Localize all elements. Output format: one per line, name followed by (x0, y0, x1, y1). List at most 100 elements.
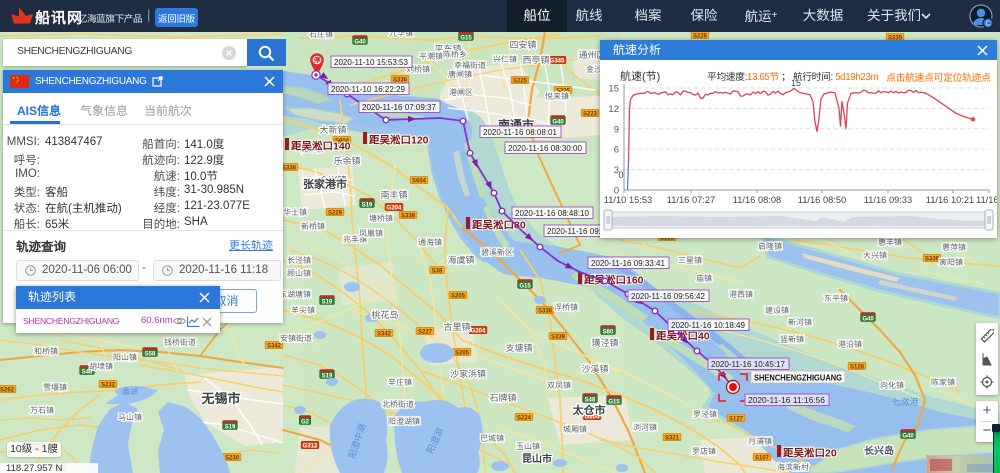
svg-text:沙溪镇: 沙溪镇 (581, 364, 608, 374)
svg-text:唐闸镇: 唐闸镇 (448, 70, 472, 79)
svg-text:S321: S321 (665, 436, 680, 442)
svg-text:11/16 11:14: 11/16 11:14 (976, 195, 997, 205)
svg-text:支塘镇: 支塘镇 (505, 343, 532, 353)
svg-text:羊尖镇: 羊尖镇 (291, 306, 315, 315)
svg-text:G204: G204 (387, 206, 402, 212)
svg-text:2020-11-16 08:48:10: 2020-11-16 08:48:10 (515, 208, 589, 218)
svg-text:2020-11-16 08:08:01: 2020-11-16 08:08:01 (483, 127, 557, 137)
svg-text:碧溪新区: 碧溪新区 (481, 248, 513, 257)
svg-text:启隆镇: 启隆镇 (758, 242, 782, 251)
svg-text:S127: S127 (729, 417, 744, 423)
svg-text:乐余镇: 乐余镇 (333, 156, 360, 166)
svg-text:S205: S205 (451, 294, 466, 300)
svg-text:S38: S38 (432, 269, 443, 275)
svg-text:港闸区: 港闸区 (449, 88, 473, 97)
svg-text:通海镇: 通海镇 (418, 238, 442, 247)
svg-text:万石镇: 万石镇 (30, 406, 54, 415)
svg-text:15: 15 (608, 84, 619, 95)
svg-text:寅阳镇: 寅阳镇 (939, 258, 963, 267)
svg-text:S227: S227 (418, 330, 433, 336)
svg-text:无锡市: 无锡市 (200, 391, 240, 406)
svg-text:大新镇: 大新镇 (319, 125, 346, 135)
svg-text:S48: S48 (585, 397, 596, 403)
svg-text:古里镇: 古里镇 (443, 322, 470, 332)
svg-text:新桥镇: 新桥镇 (301, 222, 325, 231)
svg-text:凤凰镇: 凤凰镇 (359, 229, 383, 238)
svg-text:马山镇: 马山镇 (118, 413, 142, 422)
svg-text:陈桥乡: 陈桥乡 (443, 50, 467, 59)
svg-text:2020-11-16 08:30:00: 2020-11-16 08:30:00 (508, 143, 582, 153)
svg-text:顾山镇: 顾山镇 (287, 269, 311, 278)
svg-text:浮桥镇: 浮桥镇 (554, 303, 578, 312)
svg-text:G15: G15 (608, 399, 620, 405)
svg-text:S342: S342 (267, 344, 282, 350)
svg-text:G40: G40 (354, 39, 366, 45)
svg-text:11/16 08:50: 11/16 08:50 (798, 195, 846, 205)
svg-text:S336: S336 (925, 257, 940, 263)
svg-text:和桥镇: 和桥镇 (34, 347, 58, 356)
svg-text:阳澄湖镇: 阳澄湖镇 (388, 417, 420, 426)
svg-text:G345: G345 (550, 59, 565, 65)
svg-text:G204: G204 (471, 329, 486, 335)
svg-text:0: 0 (618, 170, 623, 180)
svg-text:浏河镇: 浏河镇 (633, 423, 657, 432)
svg-text:钱桥街道: 钱桥街道 (164, 338, 196, 347)
svg-text:G15: G15 (460, 35, 472, 41)
svg-text:罗店镇: 罗店镇 (692, 447, 716, 456)
svg-text:S228: S228 (328, 211, 343, 217)
svg-text:11/16 08:08: 11/16 08:08 (733, 195, 781, 205)
svg-text:西亭镇: 西亭镇 (522, 55, 549, 65)
svg-text:安镇街道: 安镇街道 (280, 334, 312, 343)
svg-text:G40: G40 (552, 119, 564, 125)
svg-text:2020-11-16 10:18:49: 2020-11-16 10:18:49 (671, 320, 745, 330)
svg-text:双凤镇: 双凤镇 (547, 381, 571, 390)
svg-text:蠡湖: 蠡湖 (122, 387, 138, 396)
svg-text:S205: S205 (455, 351, 470, 357)
svg-text:S226: S226 (693, 34, 708, 40)
svg-text:港沿镇: 港沿镇 (838, 340, 862, 349)
svg-text:S19: S19 (225, 424, 236, 430)
svg-text:S339: S339 (551, 335, 566, 341)
svg-text:海滨新村: 海滨新村 (777, 463, 809, 472)
svg-text:巴城镇: 巴城镇 (480, 434, 504, 443)
svg-text:S19: S19 (362, 202, 373, 208)
svg-text:S232: S232 (101, 383, 116, 389)
svg-text:东湖塘镇: 东湖塘镇 (279, 290, 311, 299)
svg-text:惠丰镇: 惠丰镇 (878, 238, 902, 247)
svg-text:城厢镇: 城厢镇 (563, 425, 587, 434)
svg-text:S80: S80 (603, 329, 614, 335)
svg-text:璜泾镇: 璜泾镇 (591, 338, 618, 348)
svg-text:2020-11-10 16:22:29: 2020-11-10 16:22:29 (331, 84, 405, 94)
svg-text:北桥街道: 北桥街道 (382, 400, 414, 409)
svg-text:向化镇: 向化镇 (880, 381, 904, 390)
svg-text:S338: S338 (282, 166, 297, 172)
svg-text:胡埭镇: 胡埭镇 (89, 362, 113, 371)
svg-text:S224: S224 (517, 416, 532, 422)
svg-text:雪堰镇: 雪堰镇 (43, 383, 67, 392)
svg-text:兴仁镇: 兴仁镇 (493, 55, 517, 64)
svg-text:沙家浜镇: 沙家浜镇 (450, 369, 486, 379)
svg-text:建设镇: 建设镇 (765, 306, 789, 315)
svg-text:海虞镇: 海虞镇 (447, 255, 474, 265)
svg-text:S262: S262 (0, 388, 15, 394)
svg-text:太仓市: 太仓市 (572, 404, 606, 417)
svg-text:三星镇: 三星镇 (678, 256, 702, 265)
svg-text:2020-11-16 07:09:37: 2020-11-16 07:09:37 (362, 102, 436, 112)
svg-text:竖新镇: 竖新镇 (780, 335, 804, 344)
svg-text:昆山市: 昆山市 (522, 453, 552, 465)
svg-text:11/16 09:33: 11/16 09:33 (864, 195, 912, 205)
svg-text:S19: S19 (322, 299, 333, 305)
svg-text:S338: S338 (538, 309, 553, 315)
svg-text:长泾镇: 长泾镇 (287, 256, 311, 265)
svg-text:11/10 15:53: 11/10 15:53 (604, 195, 652, 205)
svg-text:SHENCHENGZHIGUANG: SHENCHENGZHIGUANG (754, 373, 842, 383)
svg-text:距吴淞口20: 距吴淞口20 (783, 448, 837, 460)
svg-text:S338: S338 (401, 214, 416, 220)
svg-text:四安镇: 四安镇 (509, 40, 536, 50)
svg-text:2020-11-16 11:16:56: 2020-11-16 11:16:56 (748, 395, 825, 405)
svg-text:幸福街道: 幸福街道 (454, 61, 486, 70)
svg-text:玉山镇: 玉山镇 (516, 442, 540, 451)
svg-text:S128: S128 (850, 365, 865, 371)
svg-text:停: 停 (314, 57, 321, 65)
svg-text:港西镇: 港西镇 (729, 290, 753, 299)
